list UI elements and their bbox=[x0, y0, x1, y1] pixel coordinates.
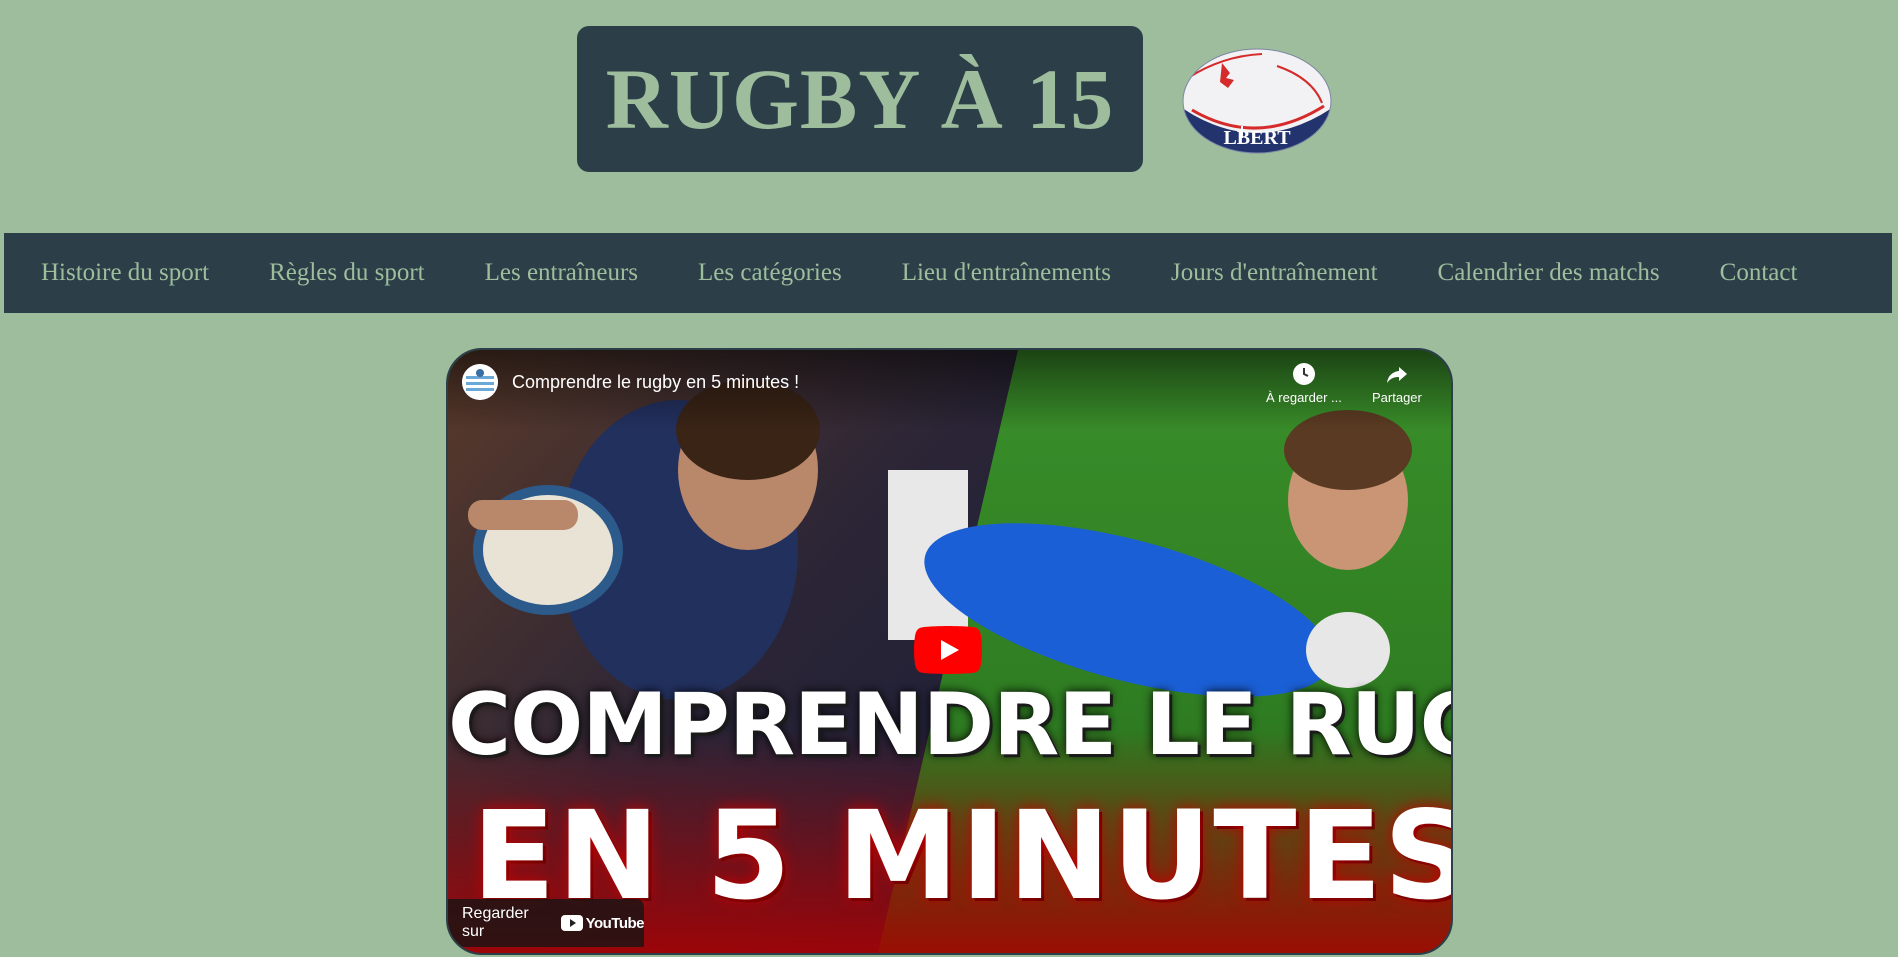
share-label: Partager bbox=[1372, 390, 1422, 405]
nav-item-lieu[interactable]: Lieu d'entraînements bbox=[902, 259, 1111, 287]
nav-item-contact[interactable]: Contact bbox=[1720, 259, 1798, 287]
share-icon bbox=[1386, 367, 1407, 383]
nav-item-categories[interactable]: Les catégories bbox=[698, 259, 842, 287]
watch-on-youtube-button[interactable]: Regarder sur YouTube bbox=[448, 899, 645, 947]
youtube-video-embed[interactable]: Comprendre le rugby en 5 minutes ! À reg… bbox=[446, 348, 1453, 955]
nav-item-regles[interactable]: Règles du sport bbox=[269, 259, 425, 287]
nav-item-entraineurs[interactable]: Les entraîneurs bbox=[485, 259, 638, 287]
site-title-box: RUGBY À 15 bbox=[577, 26, 1143, 172]
svg-text:LBERT: LBERT bbox=[1223, 127, 1291, 149]
channel-avatar-icon[interactable] bbox=[462, 364, 498, 400]
youtube-wordmark: YouTube bbox=[585, 914, 645, 932]
share-button[interactable]: Partager bbox=[1372, 362, 1422, 405]
video-title[interactable]: Comprendre le rugby en 5 minutes ! bbox=[512, 372, 799, 393]
watch-on-label: Regarder sur bbox=[462, 905, 529, 940]
site-title: RUGBY À 15 bbox=[605, 51, 1115, 147]
watch-later-button[interactable]: À regarder ... bbox=[1266, 362, 1342, 405]
nav-item-histoire[interactable]: Histoire du sport bbox=[41, 259, 209, 287]
main-navigation: Histoire du sport Règles du sport Les en… bbox=[4, 233, 1892, 313]
site-header: RUGBY À 15 LBERT bbox=[0, 0, 1898, 200]
nav-item-jours[interactable]: Jours d'entraînement bbox=[1171, 259, 1378, 287]
nav-item-calendrier[interactable]: Calendrier des matchs bbox=[1438, 259, 1660, 287]
play-icon[interactable] bbox=[914, 626, 982, 674]
watch-later-label: À regarder ... bbox=[1266, 390, 1342, 405]
rugby-ball-logo-icon: LBERT bbox=[1182, 48, 1332, 154]
clock-icon bbox=[1292, 363, 1315, 385]
youtube-logo-icon: YouTube bbox=[560, 914, 645, 932]
thumbnail-headline: COMPRENDRE LE RUGBY bbox=[448, 675, 1451, 775]
